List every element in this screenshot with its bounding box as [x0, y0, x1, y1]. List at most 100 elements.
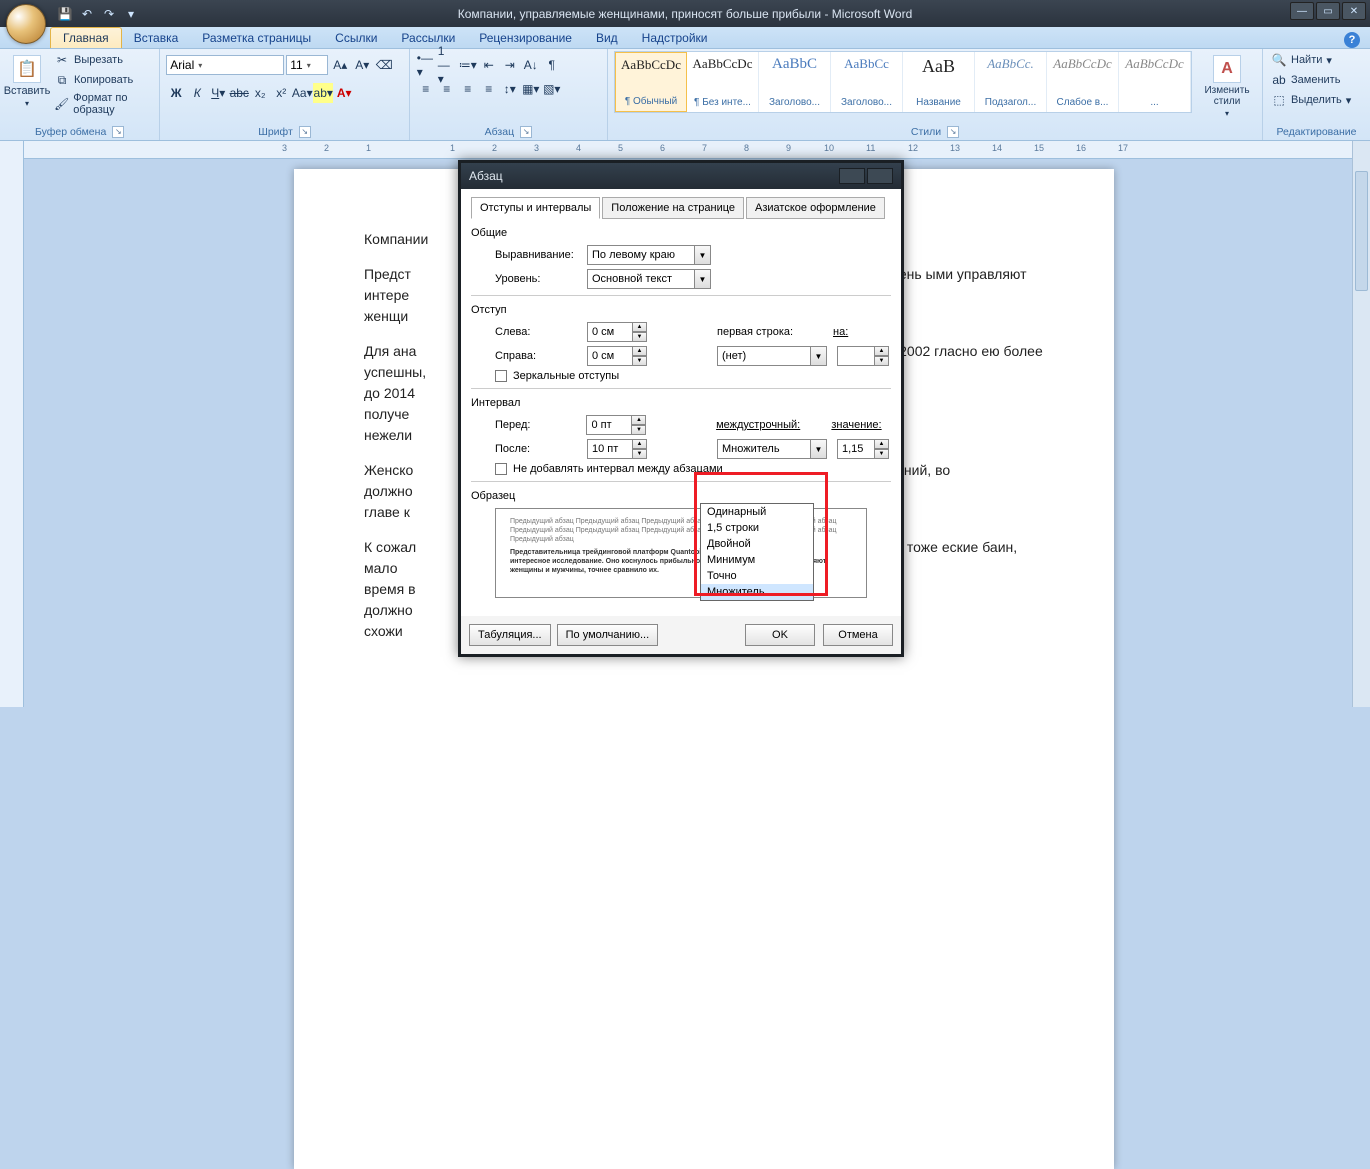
style-heading2[interactable]: AaBbCcЗаголово...: [831, 52, 903, 112]
shrink-font-button[interactable]: A▾: [352, 55, 372, 75]
bold-button[interactable]: Ж: [166, 83, 186, 103]
numbering-button[interactable]: 1—▾: [437, 55, 457, 75]
italic-button[interactable]: К: [187, 83, 207, 103]
save-icon[interactable]: 💾: [56, 5, 74, 23]
style-normal[interactable]: AaBbCcDc¶ Обычный: [615, 52, 687, 112]
strike-button[interactable]: abc: [229, 83, 249, 103]
redo-icon[interactable]: ↷: [100, 5, 118, 23]
style-heading1[interactable]: AaBbCЗаголово...: [759, 52, 831, 112]
align-right-button[interactable]: ≡: [458, 79, 478, 99]
clipboard-launcher[interactable]: ↘: [112, 126, 124, 138]
dialog-tab-indents[interactable]: Отступы и интервалы: [471, 197, 600, 219]
sort-button[interactable]: A↓: [521, 55, 541, 75]
superscript-button[interactable]: x²: [271, 83, 291, 103]
tabs-button[interactable]: Табуляция...: [469, 624, 551, 646]
space-before-input[interactable]: 0 пт: [586, 415, 632, 435]
find-button[interactable]: 🔍Найти ▾: [1269, 51, 1353, 69]
vertical-scrollbar[interactable]: [1352, 141, 1370, 707]
undo-icon[interactable]: ↶: [78, 5, 96, 23]
spin-up[interactable]: ▲: [633, 346, 647, 356]
chevron-down-icon[interactable]: ▼: [695, 269, 711, 289]
tab-references[interactable]: Ссылки: [323, 28, 389, 48]
font-color-button[interactable]: A▾: [334, 83, 354, 103]
spin-down[interactable]: ▼: [633, 332, 647, 342]
firstline-value-input[interactable]: [837, 346, 875, 366]
tab-home[interactable]: Главная: [50, 27, 122, 48]
chevron-down-icon[interactable]: ▼: [811, 346, 827, 366]
paragraph-launcher[interactable]: ↘: [520, 126, 532, 138]
outline-level-select[interactable]: Основной текст: [587, 269, 695, 289]
select-button[interactable]: ⬚Выделить ▾: [1269, 91, 1353, 109]
tab-insert[interactable]: Вставка: [122, 28, 191, 48]
space-after-input[interactable]: 10 пт: [587, 439, 633, 459]
line-spacing-button[interactable]: ↕▾: [500, 79, 520, 99]
option-single[interactable]: Одинарный: [701, 504, 813, 520]
alignment-select[interactable]: По левому краю: [587, 245, 695, 265]
dialog-close-button[interactable]: [867, 168, 893, 184]
tab-review[interactable]: Рецензирование: [467, 28, 584, 48]
cancel-button[interactable]: Отмена: [823, 624, 893, 646]
mirror-indents-checkbox[interactable]: Зеркальные отступы: [495, 370, 891, 382]
linespacing-value-input[interactable]: 1,15: [837, 439, 875, 459]
paste-button[interactable]: 📋 Вставить ▾: [6, 51, 48, 112]
font-launcher[interactable]: ↘: [299, 126, 311, 138]
style-nospacing[interactable]: AaBbCcDc¶ Без инте...: [687, 52, 759, 112]
option-double[interactable]: Двойной: [701, 536, 813, 552]
style-more[interactable]: AaBbCcDc...: [1119, 52, 1191, 112]
indent-left-input[interactable]: 0 см: [587, 322, 633, 342]
linespacing-select[interactable]: Множитель▼: [717, 439, 827, 459]
default-button[interactable]: По умолчанию...: [557, 624, 659, 646]
font-size-combo[interactable]: 11▾: [286, 55, 328, 75]
spin-down[interactable]: ▼: [632, 425, 646, 435]
align-justify-button[interactable]: ≡: [479, 79, 499, 99]
linespacing-dropdown-list[interactable]: Одинарный 1,5 строки Двойной Минимум Точ…: [700, 503, 814, 601]
close-button[interactable]: ✕: [1342, 2, 1366, 20]
option-exactly[interactable]: Точно: [701, 568, 813, 584]
spin-up[interactable]: ▲: [633, 322, 647, 332]
chevron-down-icon[interactable]: ▼: [695, 245, 711, 265]
underline-button[interactable]: Ч▾: [208, 83, 228, 103]
shading-button[interactable]: ▦▾: [521, 79, 541, 99]
show-marks-button[interactable]: ¶: [542, 55, 562, 75]
scrollbar-thumb[interactable]: [1355, 171, 1368, 291]
styles-launcher[interactable]: ↘: [947, 126, 959, 138]
dialog-titlebar[interactable]: Абзац: [461, 163, 901, 189]
help-icon[interactable]: ?: [1344, 32, 1360, 48]
office-button[interactable]: [6, 4, 46, 44]
replace-button[interactable]: abЗаменить: [1269, 71, 1353, 89]
qat-customize-icon[interactable]: ▾: [122, 5, 140, 23]
tab-view[interactable]: Вид: [584, 28, 630, 48]
spin-up[interactable]: ▲: [633, 439, 647, 449]
dialog-tab-asian[interactable]: Азиатское оформление: [746, 197, 885, 219]
copy-button[interactable]: ⧉Копировать: [52, 71, 153, 89]
option-atleast[interactable]: Минимум: [701, 552, 813, 568]
indent-dec-button[interactable]: ⇤: [479, 55, 499, 75]
spin-up[interactable]: ▲: [632, 415, 646, 425]
style-subtle[interactable]: AaBbCcDcСлабое в...: [1047, 52, 1119, 112]
clear-format-button[interactable]: ⌫: [374, 55, 394, 75]
borders-button[interactable]: ▧▾: [542, 79, 562, 99]
change-styles-button[interactable]: A Изменить стили ▾: [1198, 51, 1256, 122]
multilevel-button[interactable]: ≔▾: [458, 55, 478, 75]
change-case-button[interactable]: Aa▾: [292, 83, 312, 103]
style-title[interactable]: AaBНазвание: [903, 52, 975, 112]
spin-up[interactable]: ▲: [875, 439, 889, 449]
spin-down[interactable]: ▼: [875, 356, 889, 366]
style-subtitle[interactable]: AaBbCc.Подзагол...: [975, 52, 1047, 112]
indent-right-input[interactable]: 0 см: [587, 346, 633, 366]
minimize-button[interactable]: —: [1290, 2, 1314, 20]
dialog-help-button[interactable]: [839, 168, 865, 184]
bullets-button[interactable]: •—▾: [416, 55, 436, 75]
tab-addins[interactable]: Надстройки: [630, 28, 720, 48]
highlight-button[interactable]: ab▾: [313, 83, 333, 103]
cut-button[interactable]: ✂Вырезать: [52, 51, 153, 69]
font-name-combo[interactable]: Arial▾: [166, 55, 284, 75]
format-painter-button[interactable]: 🖌Формат по образцу: [52, 91, 153, 117]
firstline-select[interactable]: (нет): [717, 346, 811, 366]
subscript-button[interactable]: x₂: [250, 83, 270, 103]
option-1-5[interactable]: 1,5 строки: [701, 520, 813, 536]
spin-down[interactable]: ▼: [875, 449, 889, 459]
maximize-button[interactable]: ▭: [1316, 2, 1340, 20]
align-left-button[interactable]: ≡: [416, 79, 436, 99]
ok-button[interactable]: OK: [745, 624, 815, 646]
